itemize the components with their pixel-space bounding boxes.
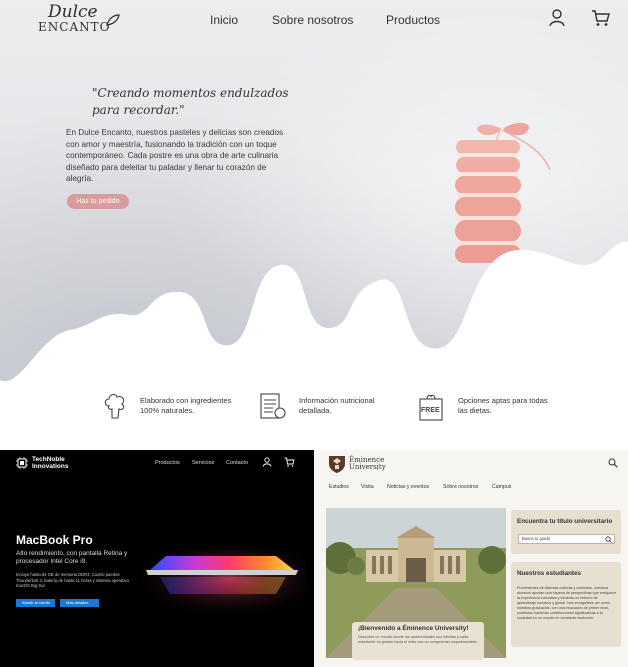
technoble-screenshot: TechNoble Innovations Productos Servicio… [0,450,314,667]
search-icon[interactable] [605,536,612,543]
brand-line-1: TechNoble [32,456,65,463]
nav-servicios[interactable]: Servicios [192,460,214,466]
product-subtitle: Alto rendimiento, con pantalla Retina y … [16,550,128,565]
nav-productos[interactable]: Productos [386,13,440,27]
cart-icon[interactable] [591,9,610,27]
cart-icon[interactable] [284,457,295,467]
more-details-label: Más detalles [66,600,89,605]
brand-line-2: Innovations [32,463,69,470]
welcome-title: ¡Bienvenido a Éminence University! [358,625,469,632]
eminence-screenshot: Éminence University Estudios Visita Noti… [314,450,628,667]
logo-script-text: Dulce [48,2,98,22]
nav-inicio[interactable]: Inicio [210,13,238,27]
broccoli-icon [104,394,125,419]
chip-icon [16,457,28,469]
feature-diets-text: Opciones aptas para todas las dietas. [458,396,548,415]
product-title: MacBook Pro [16,533,93,547]
nutrition-label-icon [260,393,286,419]
nav-visita[interactable]: Visita [361,484,374,490]
macbook-image [136,550,306,620]
free-badge-label: FREE [421,407,440,414]
nav-productos[interactable]: Productos [155,460,180,466]
order-button[interactable]: Haz tu pedido [67,194,129,209]
nav-campus[interactable]: Campus [492,484,511,490]
tagline-line-1: "Creando momentos endulzados [92,86,289,100]
technoble-brand: TechNoble Innovations [32,456,68,470]
tagline: "Creando momentos endulzados para record… [92,85,292,119]
logo-caps-text: ENCANTO [38,20,111,34]
nav-contacto[interactable]: Contacto [226,460,248,466]
icing-drip-shape [0,241,628,450]
tagline-line-2: para recordar." [92,103,185,117]
user-icon[interactable] [549,9,565,27]
nav-noticias-eventos[interactable]: Noticias y eventos [387,484,429,490]
welcome-text: Descubre un mundo donde las oportunidade… [358,635,478,644]
add-to-cart-button[interactable]: Añadir al carrito [16,599,55,607]
add-to-cart-label: Añadir al carrito [22,600,51,605]
students-card: Nuestros estudiantes Provenientes de div… [511,562,621,647]
dulce-logo[interactable]: Dulce ENCANTO [36,2,120,36]
search-icon[interactable] [608,458,618,468]
degree-search-input[interactable]: Busca tu grado [518,534,615,544]
more-details-button[interactable]: Más detalles [60,599,99,607]
product-description: Incluye hasta 64 GB de memoria DDR4. Cua… [16,572,129,589]
technoble-logo[interactable]: TechNoble Innovations [16,456,68,470]
crest-icon [329,456,345,473]
nav-sobre-nosotros[interactable]: Sobre nosotros [272,13,353,27]
students-text: Provenientes de diversas culturas y cont… [517,586,617,620]
nav-estudios[interactable]: Estudios [329,484,349,490]
eminence-logo[interactable]: Éminence University [328,454,386,474]
nav-sobre-nosotros[interactable]: Sobre nosotros [443,484,478,490]
feature-nutrition-text: Información nutricional detallada. [299,396,375,415]
intro-paragraph: En Dulce Encanto, nuestros pasteles y de… [66,128,284,183]
degree-search-title: Encuentra tu título universitario [517,518,613,525]
students-title: Nuestros estudiantes [517,570,582,577]
feature-natural-text: Elaborado con ingredientes 100% naturale… [140,396,232,415]
degree-search-card: Encuentra tu título universitario Busca … [511,510,621,554]
eminence-name: Éminence University [349,456,386,472]
free-badge-icon: FREE [418,393,444,421]
welcome-card: ¡Bienvenido a Éminence University! Descu… [352,622,484,660]
leaf-icon [106,14,120,26]
dulce-encanto-screenshot: Dulce ENCANTO Inicio Sobre nosotros Prod… [0,0,628,450]
user-icon[interactable] [262,457,272,467]
eminence-name-line-2: University [349,463,386,471]
